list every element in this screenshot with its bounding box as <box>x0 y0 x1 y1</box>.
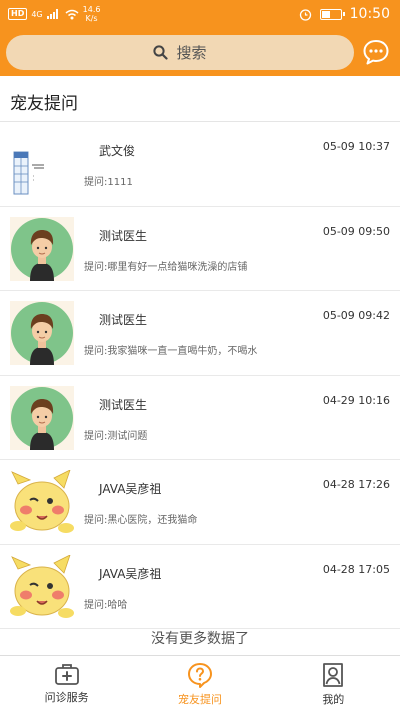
avatar <box>10 385 74 450</box>
search-icon <box>153 45 169 60</box>
question-text: 提问:哪里有好一点给猫咪洗澡的店铺 <box>84 261 248 273</box>
section-title: 宠友提问 <box>10 94 78 114</box>
author-name: JAVA吴彦祖 <box>99 566 162 581</box>
question-item[interactable]: JAVA吴彦祖 04-28 17:05 提问:哈哈 <box>0 545 400 629</box>
tab-consultation[interactable]: 问诊服务 <box>0 656 133 710</box>
speed-unit: K/s <box>85 14 98 23</box>
author-name: 测试医生 <box>99 313 148 327</box>
tab-label-questions: 宠友提问 <box>177 693 222 706</box>
avatar <box>10 553 74 619</box>
question-item[interactable]: 武文俊 05-09 10:37 提问:1111 <box>0 122 400 207</box>
post-time: 05-09 09:42 <box>322 309 390 322</box>
avatar <box>10 301 74 365</box>
battery-fill <box>321 10 330 18</box>
avatar <box>10 469 74 534</box>
post-time: 04-28 17:05 <box>322 562 390 576</box>
post-time: 05-09 10:37 <box>322 140 390 153</box>
question-text: 提问:哈哈 <box>84 599 128 611</box>
post-time: 05-09 09:50 <box>322 224 390 238</box>
status-right: 10:50 <box>299 6 390 22</box>
tab-questions[interactable]: 宠友提问 <box>133 656 266 710</box>
question-text: 提问:我家猫咪一直一直喝牛奶，不喝水 <box>84 346 258 357</box>
tab-label-consultation: 问诊服务 <box>44 691 89 704</box>
question-text: 提问:1111 <box>84 177 133 188</box>
author-name: 测试医生 <box>99 228 148 243</box>
tab-label-mine: 我的 <box>322 693 345 706</box>
network-label: 4G <box>31 9 43 19</box>
network-speed: 14.6 K/s <box>83 5 101 23</box>
question-item[interactable]: 测试医生 04-29 10:16 提问:测试问题 <box>0 376 400 460</box>
avatar <box>10 216 74 281</box>
post-time: 04-28 17:26 <box>322 478 390 491</box>
avatar <box>10 132 74 196</box>
status-left: HD 4G 14.6 K/s <box>8 5 100 23</box>
medical-kit-icon <box>54 664 79 685</box>
question-text: 提问:测试问题 <box>84 430 148 442</box>
author-name: 武文俊 <box>99 144 136 158</box>
question-bubble-icon <box>187 663 212 688</box>
author-name: 测试医生 <box>99 397 148 412</box>
question-item[interactable]: 测试医生 05-09 09:42 提问:我家猫咪一直一直喝牛奶，不喝水 <box>0 291 400 376</box>
tab-mine[interactable]: 我的 <box>267 656 400 710</box>
tab-bar: 问诊服务 宠友提问 我的 <box>0 655 400 710</box>
battery-icon <box>319 8 345 20</box>
post-time: 04-29 10:16 <box>322 393 390 407</box>
wifi-icon <box>65 9 79 19</box>
author-name: JAVA吴彦祖 <box>99 482 162 496</box>
question-item[interactable]: JAVA吴彦祖 04-28 17:26 提问:黑心医院，还我猫命 <box>0 460 400 545</box>
search-placeholder: 搜索 <box>176 44 207 62</box>
question-list: 武文俊 05-09 10:37 提问:1111 测试医生 05-09 09:50 提问:… <box>0 122 400 629</box>
no-more-data: 没有更多数据了 <box>151 631 249 647</box>
hd-badge: HD <box>8 8 28 20</box>
alarm-icon <box>299 8 311 21</box>
status-bar: HD 4G 14.6 K/s 10:50 <box>0 0 400 30</box>
search-bar[interactable]: 搜索 <box>6 35 354 70</box>
question-item[interactable]: 测试医生 05-09 09:50 提问:哪里有好一点给猫咪洗澡的店铺 <box>0 207 400 291</box>
message-icon[interactable] <box>362 38 390 66</box>
question-text: 提问:黑心医院，还我猫命 <box>84 515 198 526</box>
signal-icon <box>46 9 58 19</box>
clock: 10:50 <box>349 6 390 22</box>
user-icon <box>323 663 344 687</box>
header: 搜索 <box>0 30 400 76</box>
speed-value: 14.6 <box>82 5 101 14</box>
